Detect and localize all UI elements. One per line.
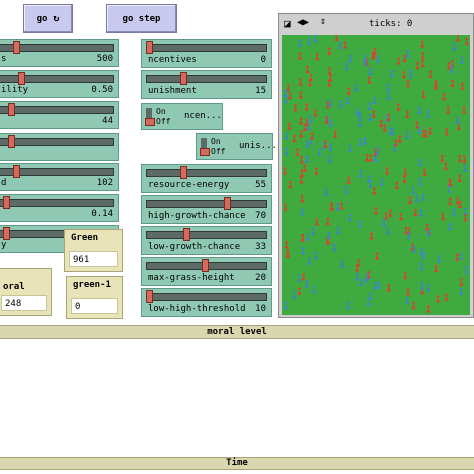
slider-track [146,44,267,52]
mid-slider[interactable]: low-growth-chance 33 [141,226,272,255]
slider-knob[interactable] [18,72,25,85]
moral-monitor: oral 248 [0,268,52,316]
slider-knob[interactable] [13,165,20,178]
switch-knob [200,148,210,156]
view-toolbar: ◪ ◀▶ ⇕ ticks: 0 [279,14,473,34]
monitor-value: 961 [69,251,118,267]
switch-incentives[interactable]: On Off ncen... [141,103,223,130]
switch-knob [145,118,155,126]
slider-track [0,138,114,146]
slider-knob[interactable] [8,135,15,148]
switch-label: ncen... [184,111,222,121]
plot-title-bar: moral level [0,325,474,339]
slider-track [0,106,114,114]
switch-label: unis... [239,141,277,151]
plot-xlabel: Time [226,458,248,468]
slider-knob[interactable] [146,290,153,303]
slider-value: 33 [255,242,266,252]
forever-icon: ↻ [53,13,60,24]
monitor-value: 248 [1,295,47,311]
slider-value: 0.50 [91,85,113,95]
switch-off-label: Off [211,147,226,156]
left-slider[interactable] [0,133,119,161]
slider-label: unishment [148,86,197,96]
monitor-label: Green [71,233,99,243]
left-slider[interactable]: 0.14 [0,194,119,222]
left-slider[interactable]: ility 0.50 [0,70,119,98]
slider-value: 500 [96,54,113,64]
plot-title: moral level [207,327,267,337]
slider-label: s [1,54,7,64]
mid-slider[interactable]: max-grass-height 20 [141,257,272,286]
slider-knob[interactable] [202,259,209,272]
green-1-monitor: green-1 0 [66,276,123,319]
left-slider[interactable]: s 500 [0,39,119,67]
slider-track [146,231,267,239]
plot-area [0,339,474,456]
slider-knob[interactable] [3,227,10,240]
go-button-label: go [36,13,48,24]
ticks-counter: ticks: 0 [369,19,413,29]
slider-track [146,169,267,177]
slider-knob[interactable] [3,196,10,209]
zoom-icon[interactable]: ◪ [284,17,291,30]
switch-on-label: On [156,107,166,116]
arrows-icon[interactable]: ◀▶ [297,17,309,28]
slider-label: max-grass-height [148,273,235,283]
mid-slider[interactable]: resource-energy 55 [141,164,272,193]
slider-knob[interactable] [179,72,187,85]
plot-xaxis-bar: Time [0,457,474,470]
world-canvas[interactable] [282,35,470,315]
slider-label: high-growth-chance [148,211,246,221]
go-button[interactable]: go ↻ [23,4,73,33]
mid-slider[interactable]: ncentives 0 [141,39,272,68]
slider-knob[interactable] [224,197,232,210]
go-step-button-label: go step [122,13,161,24]
slider-track [146,75,267,83]
slider-value: 70 [255,211,266,221]
slider-track [146,293,267,301]
slider-knob[interactable] [182,228,190,241]
left-slider[interactable]: 44 [0,101,119,129]
slider-label: y [1,240,7,250]
switch-punishment[interactable]: On Off unis... [196,133,277,160]
slider-label: low-high-threshold [148,304,246,314]
slider-label: resource-energy [148,180,230,190]
slider-value: 0 [260,55,266,65]
slider-value: 0.14 [91,209,113,219]
slider-value: 55 [255,180,266,190]
slider-label: d [1,178,7,188]
slider-knob[interactable] [13,41,20,54]
slider-knob[interactable] [179,166,187,179]
monitor-label: oral [3,282,25,292]
slider-track [146,200,267,208]
switch-on-label: On [211,137,221,146]
slider-knob[interactable] [8,103,15,116]
slider-value: 102 [96,178,113,188]
monitor-label: green-1 [73,280,111,290]
slider-value: 15 [255,86,266,96]
mid-slider[interactable]: high-growth-chance 70 [141,195,272,224]
updown-icon[interactable]: ⇕ [320,16,326,27]
mid-slider[interactable]: unishment 15 [141,70,272,99]
slider-value: 20 [255,273,266,283]
slider-label: ility [1,85,29,95]
mid-slider[interactable]: low-high-threshold 10 [141,288,272,317]
green-monitor: Green 961 [64,229,123,272]
switch-off-label: Off [156,117,171,126]
go-step-button[interactable]: go step [106,4,177,33]
slider-value: 44 [102,116,113,126]
monitor-value: 0 [71,298,118,314]
slider-track [0,199,114,207]
slider-value: 10 [255,304,266,314]
left-slider[interactable]: d 102 [0,163,119,191]
slider-knob[interactable] [146,41,153,54]
slider-label: low-growth-chance [148,242,241,252]
grass-background [282,35,470,315]
slider-label: ncentives [148,55,197,65]
world-view: ◪ ◀▶ ⇕ ticks: 0 [278,13,474,318]
